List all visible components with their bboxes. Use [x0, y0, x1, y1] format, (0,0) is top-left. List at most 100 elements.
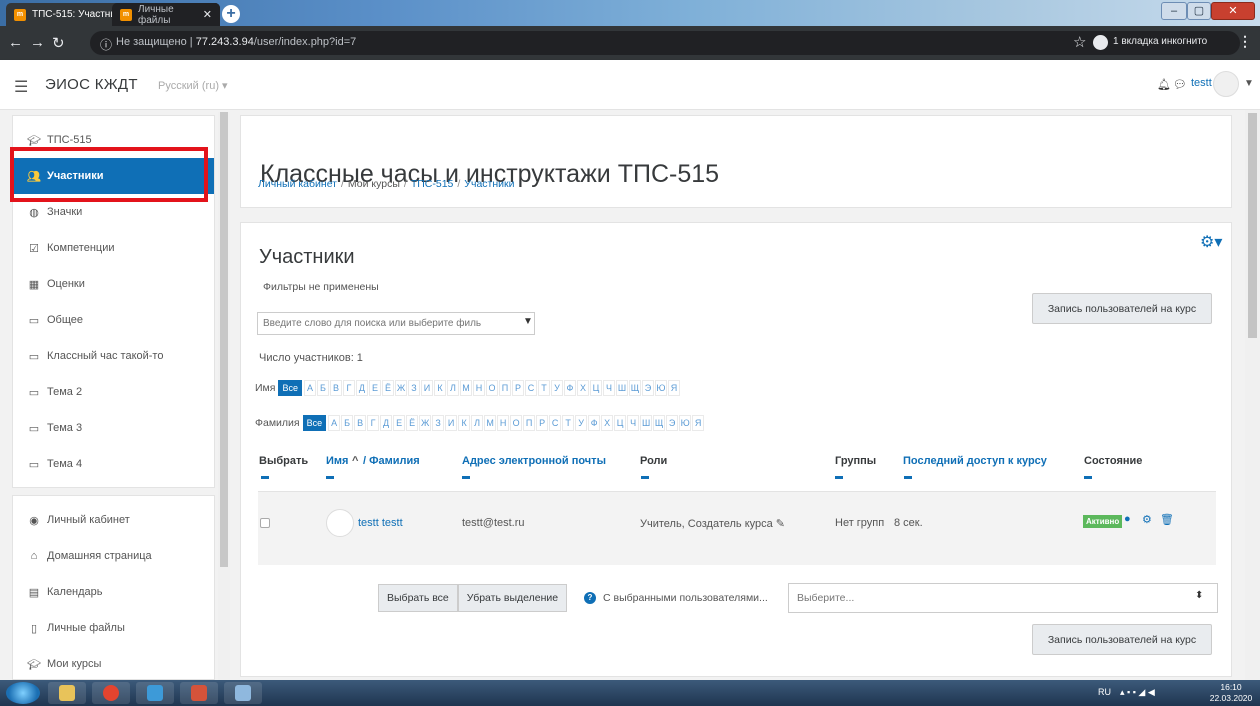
- initial-letter-button[interactable]: А: [328, 415, 341, 431]
- sidebar-item-topic-4[interactable]: ▭ Тема 4: [13, 446, 214, 482]
- site-brand[interactable]: ЭИОС КЖДТ: [45, 76, 138, 93]
- star-icon[interactable]: ☆: [1073, 33, 1086, 51]
- search-input[interactable]: [257, 312, 535, 335]
- taskbar-chrome[interactable]: [92, 682, 130, 704]
- initial-letter-button[interactable]: Щ: [653, 415, 666, 431]
- breadcrumb-dashboard[interactable]: Личный кабинет: [258, 178, 337, 190]
- window-close-button[interactable]: ✕: [1211, 2, 1255, 20]
- sidebar-scrollbar-thumb[interactable]: [220, 112, 228, 567]
- sidebar-item-general[interactable]: ▭ Общее: [13, 302, 214, 338]
- start-button[interactable]: [6, 682, 40, 704]
- initial-letter-button[interactable]: Е: [393, 415, 406, 431]
- initial-letter-button[interactable]: К: [458, 415, 471, 431]
- initial-letter-button[interactable]: Л: [471, 415, 484, 431]
- initial-letter-button[interactable]: Я: [692, 415, 705, 431]
- column-surname[interactable]: / Фамилия: [363, 455, 420, 467]
- initial-letter-button[interactable]: Ж: [394, 380, 407, 396]
- page-scrollbar-thumb[interactable]: [1248, 113, 1257, 338]
- tray-language[interactable]: RU: [1098, 687, 1111, 697]
- gear-icon[interactable]: ⚙: [1142, 513, 1152, 526]
- enrol-users-button[interactable]: Запись пользователей на курс: [1032, 293, 1212, 324]
- initial-letter-button[interactable]: З: [432, 415, 445, 431]
- help-icon[interactable]: ?: [584, 592, 596, 604]
- initial-letter-button[interactable]: П: [498, 380, 511, 396]
- chevron-updown-icon[interactable]: ⬍: [1195, 590, 1203, 601]
- kebab-menu-icon[interactable]: ⋮: [1238, 33, 1252, 50]
- reload-icon[interactable]: ↻: [52, 34, 65, 52]
- initial-letter-button[interactable]: Ж: [419, 415, 432, 431]
- chevron-down-icon[interactable]: ▼: [523, 316, 533, 327]
- breadcrumb-course[interactable]: ТПС-515: [411, 178, 454, 190]
- initial-letter-button[interactable]: Н: [497, 415, 510, 431]
- initial-letter-button[interactable]: Л: [446, 380, 459, 396]
- enrol-users-button[interactable]: Запись пользователей на курс: [1032, 624, 1212, 655]
- initial-letter-button[interactable]: Р: [511, 380, 524, 396]
- taskbar-rdp[interactable]: [224, 682, 262, 704]
- info-icon[interactable]: ●: [1124, 513, 1131, 525]
- initial-letter-button[interactable]: Ш: [640, 415, 653, 431]
- sidebar-item-competencies[interactable]: ☑ Компетенции: [13, 230, 214, 266]
- initial-letter-button[interactable]: Х: [576, 380, 589, 396]
- initial-letter-button[interactable]: Ё: [381, 380, 394, 396]
- taskbar-clock[interactable]: 16:10 22.03.2020: [1208, 682, 1254, 704]
- initial-letter-button[interactable]: П: [523, 415, 536, 431]
- collapse-column-icon[interactable]: [835, 476, 843, 479]
- initial-letter-button[interactable]: И: [445, 415, 458, 431]
- column-email[interactable]: Адрес электронной почты: [462, 455, 606, 467]
- sidebar-item-private-files[interactable]: ▯ Личные файлы: [13, 610, 214, 646]
- forward-arrow-icon[interactable]: →: [30, 34, 45, 51]
- sidebar-item-calendar[interactable]: ▤ Календарь: [13, 574, 214, 610]
- initial-letter-button[interactable]: Ю: [654, 380, 667, 396]
- sidebar-item-class-hour[interactable]: ▭ Классный час такой-то: [13, 338, 214, 374]
- initial-letter-button[interactable]: Т: [562, 415, 575, 431]
- initial-letter-button[interactable]: Б: [316, 380, 329, 396]
- initial-letter-button[interactable]: Р: [536, 415, 549, 431]
- breadcrumb-participants[interactable]: Участники: [464, 178, 514, 190]
- sidebar-item-topic-2[interactable]: ▭ Тема 2: [13, 374, 214, 410]
- taskbar-photoshop[interactable]: [180, 682, 218, 704]
- initial-letter-button[interactable]: Ц: [614, 415, 627, 431]
- gear-icon[interactable]: ⚙▾: [1200, 232, 1222, 252]
- chevron-down-icon[interactable]: ▼: [1244, 78, 1254, 89]
- row-roles[interactable]: Учитель, Создатель курса ✎: [640, 517, 785, 530]
- initial-letter-button[interactable]: Д: [355, 380, 368, 396]
- initial-letter-button[interactable]: И: [420, 380, 433, 396]
- incognito-icon[interactable]: [1093, 35, 1108, 50]
- initial-letter-button[interactable]: М: [459, 380, 472, 396]
- initial-letter-button[interactable]: С: [524, 380, 537, 396]
- initial-letter-button[interactable]: У: [575, 415, 588, 431]
- close-icon[interactable]: ✕: [203, 8, 212, 21]
- collapse-column-icon[interactable]: [641, 476, 649, 479]
- incognito-label[interactable]: 1 вкладка инкогнито: [1113, 36, 1207, 47]
- initial-letter-button[interactable]: Ц: [589, 380, 602, 396]
- taskbar-explorer[interactable]: [48, 682, 86, 704]
- row-user-name[interactable]: testt testt: [358, 517, 403, 529]
- sidebar-item-dashboard[interactable]: ◉ Личный кабинет: [13, 502, 214, 538]
- info-icon[interactable]: ⓘ: [100, 36, 112, 53]
- messages-icon[interactable]: 💬︎: [1173, 78, 1187, 91]
- tray-icons[interactable]: ▴ ▪ ▪ ◢ ◀︎: [1120, 687, 1155, 698]
- column-last-access[interactable]: Последний доступ к курсу: [903, 455, 1047, 467]
- initial-letter-button[interactable]: Э: [666, 415, 679, 431]
- breadcrumb-my-courses[interactable]: Мои курсы: [348, 178, 400, 190]
- initial-letter-button[interactable]: Т: [537, 380, 550, 396]
- initial-letter-button[interactable]: Г: [367, 415, 380, 431]
- language-menu[interactable]: Русский (ru) ▾: [158, 79, 228, 92]
- initial-letter-button[interactable]: В: [329, 380, 342, 396]
- taskbar-app[interactable]: [136, 682, 174, 704]
- collapse-column-icon[interactable]: [261, 476, 269, 479]
- avatar[interactable]: [1213, 71, 1239, 97]
- sidebar-item-home[interactable]: ⌂ Домашняя страница: [13, 538, 214, 574]
- minimize-button[interactable]: –: [1161, 2, 1187, 20]
- initial-letter-button[interactable]: А: [303, 380, 316, 396]
- initial-all-button[interactable]: Все: [302, 415, 327, 431]
- select-all-button[interactable]: Выбрать все: [378, 584, 458, 612]
- initial-letter-button[interactable]: Н: [472, 380, 485, 396]
- collapse-column-icon[interactable]: [462, 476, 470, 479]
- initial-letter-button[interactable]: Ю: [679, 415, 692, 431]
- initial-all-button[interactable]: Все: [278, 380, 302, 396]
- initial-letter-button[interactable]: Я: [667, 380, 680, 396]
- initial-letter-button[interactable]: К: [433, 380, 446, 396]
- initial-letter-button[interactable]: С: [549, 415, 562, 431]
- initial-letter-button[interactable]: Х: [601, 415, 614, 431]
